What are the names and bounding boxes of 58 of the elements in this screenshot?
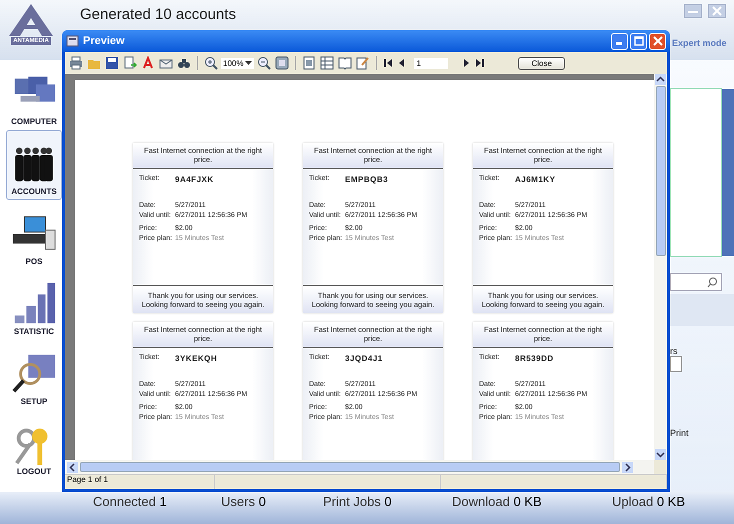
export-icon[interactable]: [122, 55, 138, 71]
save-icon[interactable]: [104, 55, 120, 71]
nav-item[interactable]: LOGOUT: [6, 410, 62, 480]
panel-background: [670, 294, 734, 326]
page-status: Page 1 of 1: [65, 475, 215, 489]
scroll-thumb[interactable]: [656, 86, 666, 256]
page-fit-icon[interactable]: [274, 55, 290, 71]
ticket-code: EMPBQB3: [345, 175, 388, 184]
nav-item[interactable]: ACCOUNTS: [6, 130, 62, 200]
nav-item[interactable]: STATISTIC: [6, 270, 62, 340]
logo-a-icon: [6, 3, 56, 37]
scroll-up-icon[interactable]: [655, 74, 666, 85]
ticket-code: 8R539DD: [515, 354, 554, 363]
last-page-icon[interactable]: [474, 57, 486, 69]
book-icon[interactable]: [337, 55, 354, 71]
scroll-down-icon[interactable]: [655, 449, 666, 460]
scroll-thumb[interactable]: [80, 462, 620, 472]
ticket-code: 3JQD4J1: [345, 354, 383, 363]
zoom-in-icon[interactable]: [203, 55, 219, 71]
print-icon[interactable]: [68, 55, 84, 71]
nav-item[interactable]: COMPUTER: [6, 60, 62, 130]
scrollbar[interactable]: [722, 89, 734, 256]
status-item: Connected 1: [93, 494, 168, 509]
page-title: Generated 10 accounts: [80, 6, 236, 23]
edit-icon[interactable]: [355, 55, 372, 71]
minimize-icon: [688, 8, 698, 14]
status-item: Upload 0 KB: [612, 494, 685, 509]
single-page-icon[interactable]: [301, 55, 318, 71]
nav-item[interactable]: POS: [6, 200, 62, 270]
ticket-code: 9A4FJXK: [175, 175, 214, 184]
horizontal-scrollbar[interactable]: [65, 460, 654, 474]
scroll-left-icon[interactable]: [67, 462, 78, 472]
print-label: Print: [670, 428, 690, 438]
vertical-scrollbar[interactable]: [654, 74, 667, 460]
maximize-button[interactable]: [630, 32, 647, 50]
search-field[interactable]: [670, 273, 722, 291]
first-page-icon[interactable]: [382, 57, 394, 69]
ticket-code: AJ6M1KY: [515, 175, 556, 184]
zoom-out-icon[interactable]: [256, 55, 272, 71]
close-button[interactable]: Close: [518, 56, 565, 70]
search-icon: [707, 276, 718, 288]
window-title: Preview: [83, 35, 125, 47]
field-label: rs: [670, 346, 678, 356]
ticket-code: 3YKEKQH: [175, 354, 218, 363]
pdf-icon[interactable]: [140, 55, 156, 71]
close-icon: [652, 36, 662, 46]
page-number-field[interactable]: 1: [414, 58, 448, 68]
status-item: Print Jobs 0: [323, 494, 393, 509]
status-item: Users 0: [221, 494, 267, 509]
close-icon: [712, 6, 722, 16]
input-field[interactable]: [670, 356, 682, 372]
nav-item[interactable]: SETUP: [6, 340, 62, 410]
preview-window-icon: [66, 35, 79, 47]
scroll-right-icon[interactable]: [622, 462, 633, 472]
zoom-dropdown[interactable]: 100%: [221, 58, 254, 68]
maximize-icon: [634, 36, 644, 46]
status-item: Download 0 KB: [452, 494, 543, 509]
multi-page-icon[interactable]: [319, 55, 336, 71]
